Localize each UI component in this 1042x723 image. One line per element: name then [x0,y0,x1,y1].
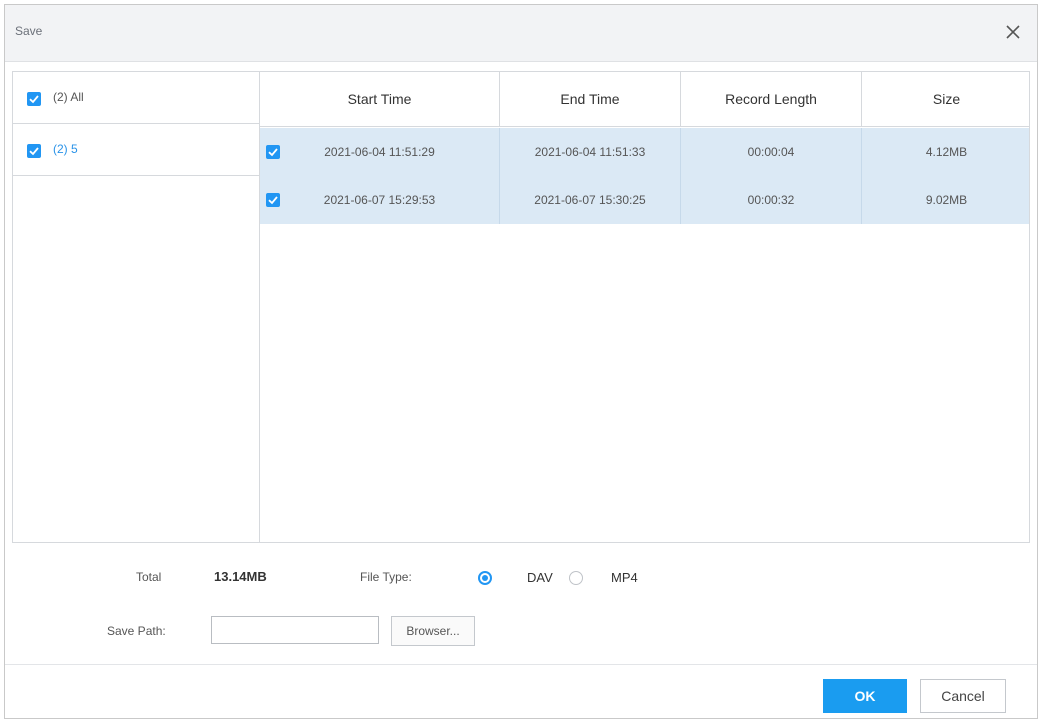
records-table: Start Time End Time Record Length Size 2… [260,72,1029,542]
tree-item-label: (2) All [53,90,84,104]
ok-button[interactable]: OK [823,679,907,713]
radio-dav-label[interactable]: DAV [527,570,553,585]
tree-item-all[interactable]: (2) All [13,72,259,124]
cell-size: 4.12MB [925,145,968,159]
cell-end-time: 2021-06-07 15:30:25 [500,176,681,224]
cell-end-time: 2021-06-04 11:51:33 [500,128,681,176]
cell-record-length: 00:00:04 [681,128,862,176]
browse-button[interactable]: Browser... [391,616,475,646]
save-path-input[interactable] [211,616,379,644]
cell-size: 9.02MB [925,193,968,207]
save-dialog: Save (2) All (2) 5 Start Time End Time R… [4,4,1038,719]
table-row[interactable]: 2021-06-07 15:29:53 2021-06-07 15:30:25 … [260,176,1029,224]
radio-mp4-label[interactable]: MP4 [611,570,638,585]
cell-start-time: 2021-06-07 15:29:53 [260,176,500,224]
footer-divider [5,664,1037,665]
checkbox-checked-icon[interactable] [27,144,41,158]
checkbox-checked-icon[interactable] [27,92,41,106]
total-size-value: 13.14MB [214,569,267,584]
channel-tree: (2) All (2) 5 [13,72,260,542]
content-panel: (2) All (2) 5 Start Time End Time Record… [12,71,1030,543]
dialog-titlebar: Save [5,5,1037,62]
cancel-button[interactable]: Cancel [920,679,1006,713]
radio-mp4[interactable] [569,571,583,585]
cell-start-time: 2021-06-04 11:51:29 [260,128,500,176]
table-row[interactable]: 2021-06-04 11:51:29 2021-06-04 11:51:33 … [260,128,1029,176]
column-header-start-time[interactable]: Start Time [260,72,500,127]
tree-item-channel-5[interactable]: (2) 5 [13,124,259,176]
column-header-size[interactable]: Size [862,72,1031,127]
close-icon[interactable] [1003,22,1023,42]
column-header-end-time[interactable]: End Time [500,72,681,127]
total-label: Total [136,570,162,584]
file-type-label: File Type: [360,570,412,584]
tree-item-label: (2) 5 [53,142,78,156]
column-header-record-length[interactable]: Record Length [681,72,862,127]
save-path-label: Save Path: [107,624,166,638]
radio-dav[interactable] [478,571,492,585]
dialog-title: Save [15,24,43,38]
cell-record-length: 00:00:32 [681,176,862,224]
table-header: Start Time End Time Record Length Size [260,72,1029,127]
